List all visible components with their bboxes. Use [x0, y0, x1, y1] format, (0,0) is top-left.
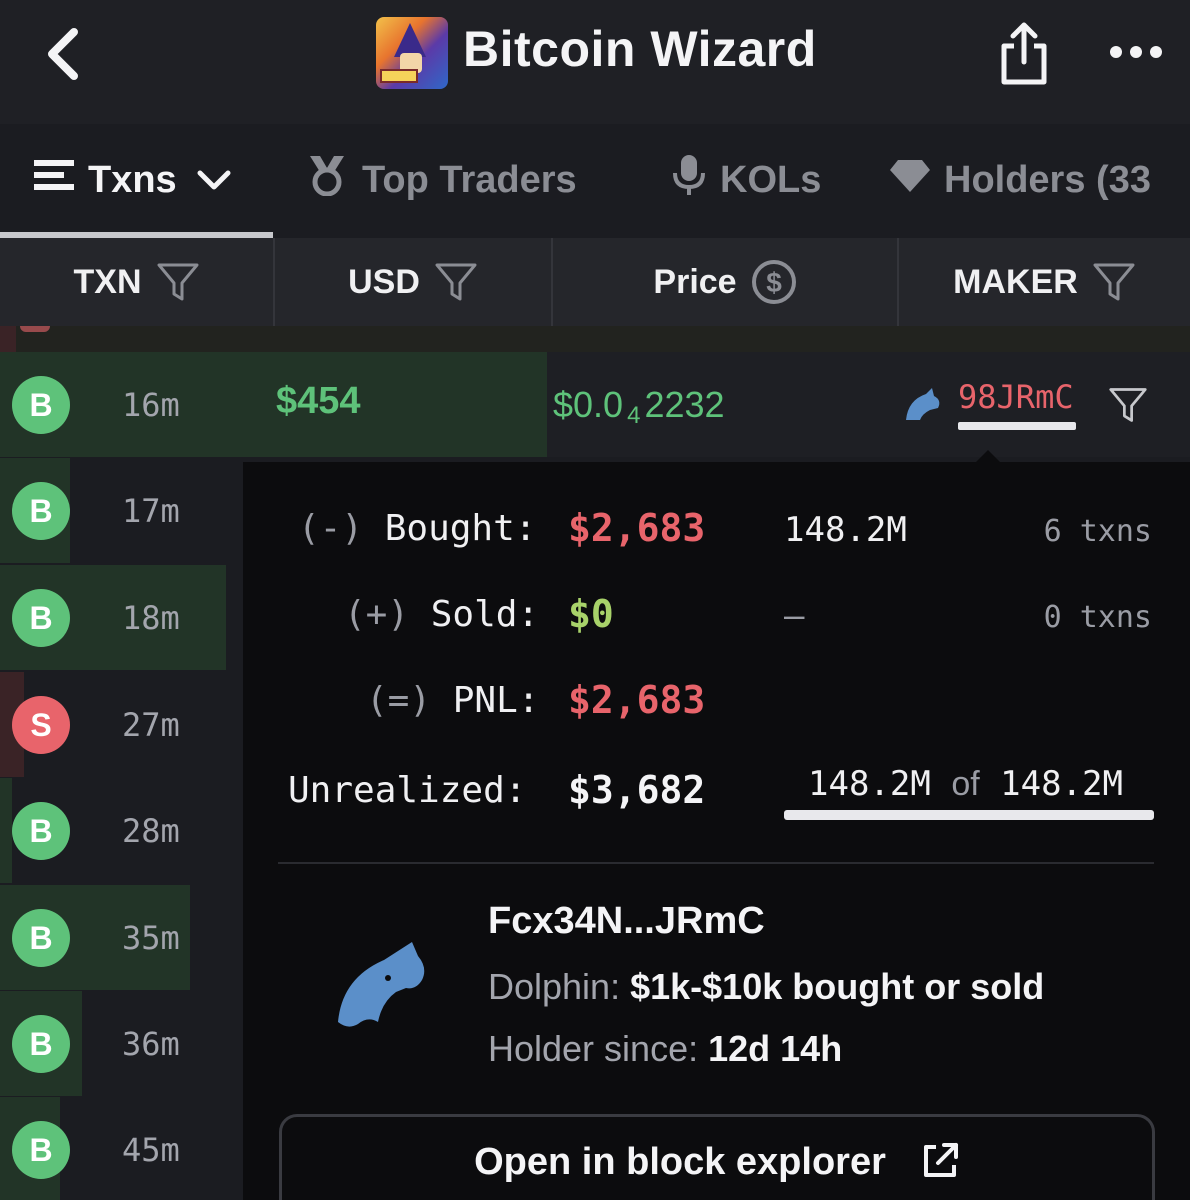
buy-badge: B	[12, 376, 70, 434]
dolphin-icon	[906, 388, 940, 420]
tab-label: Holders (33	[944, 158, 1151, 201]
share-button[interactable]	[996, 20, 1052, 88]
buy-badge: B	[12, 482, 70, 540]
tab-holders[interactable]: Holders (33	[890, 124, 1151, 236]
usd-value: $454	[276, 380, 361, 422]
txn-age: 35m	[122, 919, 180, 957]
tab-label: Txns	[88, 158, 177, 201]
more-button[interactable]	[1108, 40, 1164, 64]
svg-text:$: $	[766, 267, 782, 298]
holder-since: Holder since: 12d 14h	[488, 1028, 843, 1069]
medal-icon	[306, 154, 348, 206]
column-maker[interactable]: MAKER	[899, 238, 1190, 326]
tab-label: Top Traders	[362, 158, 577, 201]
tab-kols[interactable]: KOLs	[672, 124, 821, 236]
txn-age: 36m	[122, 1025, 180, 1063]
table-row	[0, 326, 1190, 352]
back-button[interactable]	[40, 26, 90, 82]
column-usd[interactable]: USD	[275, 238, 551, 326]
price-value: $0.0 4 2232	[553, 384, 725, 429]
bought-label: (-) Bought:	[298, 508, 537, 549]
dolphin-icon	[338, 942, 425, 1027]
bought-amount: 148.2M	[784, 510, 907, 550]
popup-divider	[278, 862, 1154, 864]
bought-value: $2,683	[568, 506, 706, 550]
maker-popup	[243, 462, 1190, 1200]
app-header: Bitcoin Wizard	[0, 0, 1190, 124]
wallet-tier: Dolphin: $1k-$10k bought or sold	[488, 966, 1045, 1007]
token-logo	[376, 17, 448, 89]
tab-top-traders[interactable]: Top Traders	[306, 124, 577, 236]
holding-progress-bar	[784, 810, 1154, 820]
holding-progress-fill	[784, 810, 1154, 820]
buy-badge: B	[12, 909, 70, 967]
sold-amount: —	[784, 596, 805, 636]
txn-age: 18m	[122, 599, 180, 637]
diamond-icon	[890, 158, 930, 202]
column-price[interactable]: Price $	[553, 238, 897, 326]
unrealized-label: Unrealized:	[288, 770, 527, 811]
filter-icon[interactable]	[1108, 386, 1148, 424]
chevron-down-icon	[197, 159, 231, 202]
txn-age: 16m	[122, 386, 180, 424]
buy-badge: B	[12, 1015, 70, 1073]
sold-txns: 0 txns	[1043, 600, 1152, 635]
bought-txns: 6 txns	[1043, 514, 1152, 549]
tab-label: KOLs	[720, 158, 822, 201]
dollar-circle-icon[interactable]: $	[751, 259, 797, 305]
maker-link[interactable]: 98JRmC	[958, 378, 1074, 416]
column-txn[interactable]: TXN	[0, 238, 273, 326]
more-horizontal-icon	[1110, 46, 1162, 58]
txn-age: 17m	[122, 492, 180, 530]
tab-bar: Txns Top Traders KOLs Holders (33	[0, 124, 1190, 239]
sold-value: $0	[568, 592, 614, 636]
txn-age: 28m	[122, 812, 180, 850]
sold-label: (+) Sold:	[344, 594, 540, 635]
filter-icon[interactable]	[156, 262, 200, 302]
chevron-left-icon	[48, 28, 78, 80]
holding-amount: 148.2M of 148.2M	[808, 764, 1123, 804]
microphone-icon	[672, 153, 706, 207]
filter-icon[interactable]	[1092, 262, 1136, 302]
list-icon	[34, 158, 74, 202]
tab-txns[interactable]: Txns	[34, 124, 231, 236]
unrealized-value: $3,682	[568, 768, 706, 812]
page-title: Bitcoin Wizard	[463, 21, 817, 77]
table-header: TXN USD Price $ MAKER	[0, 238, 1190, 326]
filter-icon[interactable]	[434, 262, 478, 302]
buy-badge: B	[12, 802, 70, 860]
buy-badge: B	[12, 1121, 70, 1179]
maker-link-underline	[958, 422, 1076, 430]
pnl-value: $2,683	[568, 678, 706, 722]
txn-age: 45m	[122, 1131, 180, 1169]
open-block-explorer-button[interactable]: Open in block explorer	[279, 1114, 1155, 1200]
txn-age: 27m	[122, 706, 180, 744]
pnl-label: (=) PNL:	[366, 680, 540, 721]
wallet-address[interactable]: Fcx34N...JRmC	[488, 900, 765, 943]
buy-badge: B	[12, 589, 70, 647]
external-link-icon	[923, 1143, 958, 1177]
share-icon	[1001, 22, 1047, 85]
sell-badge: S	[12, 696, 70, 754]
